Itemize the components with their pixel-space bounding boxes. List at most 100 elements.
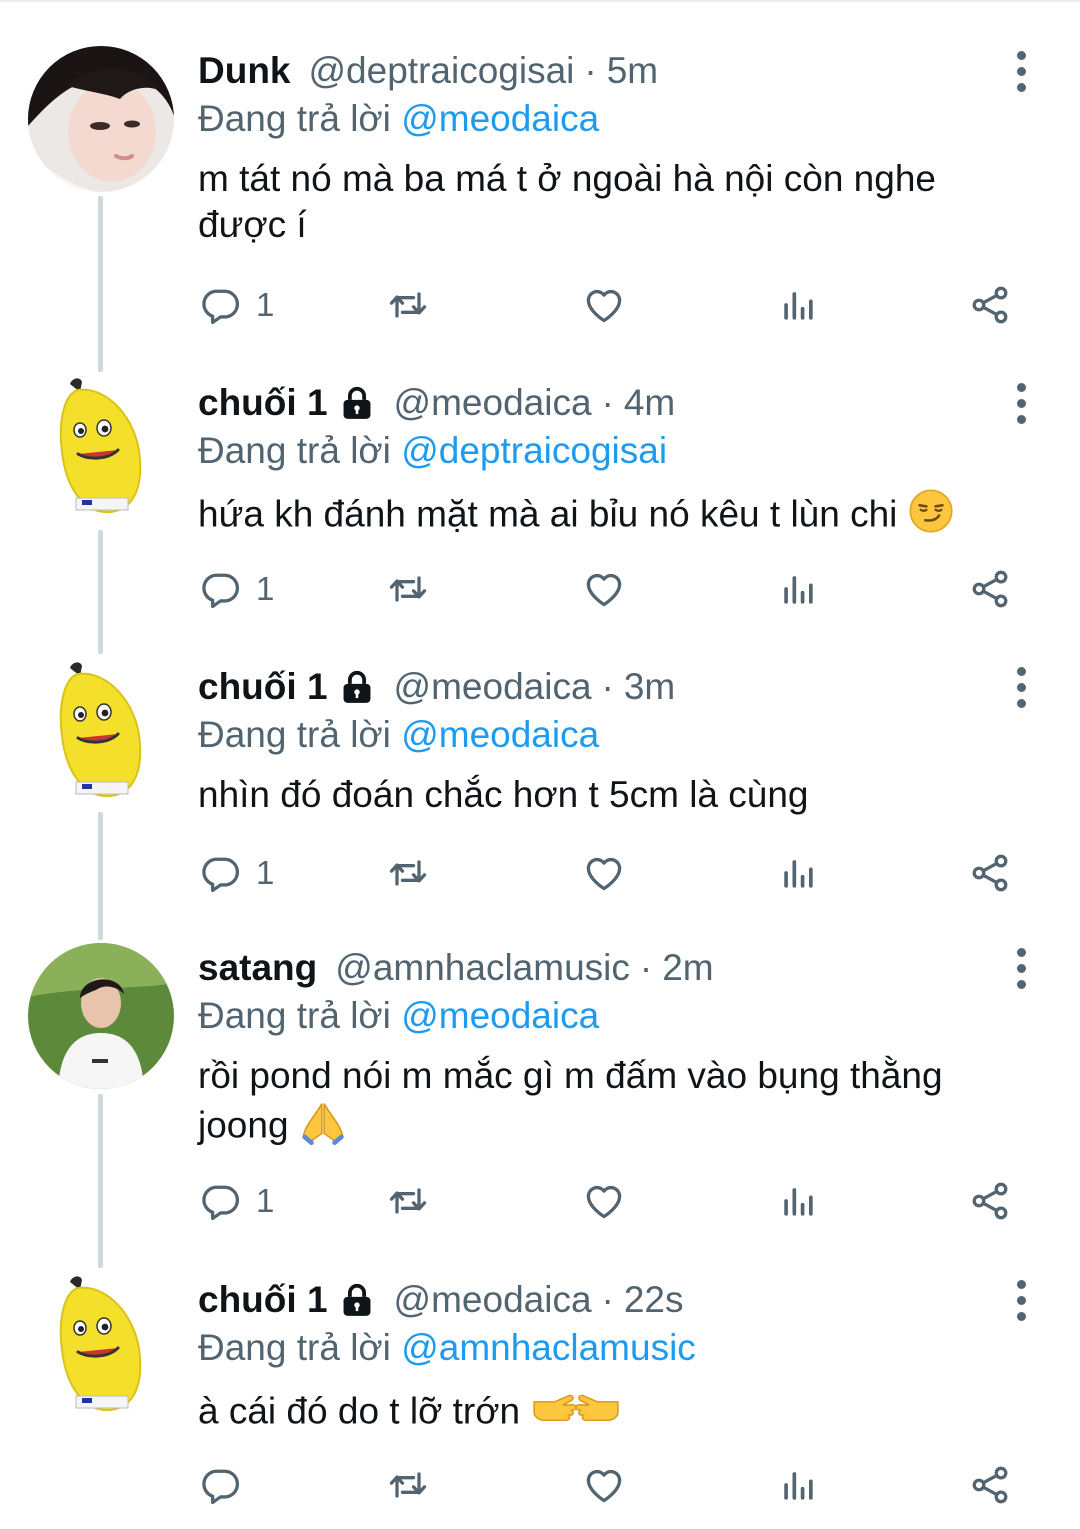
like-button[interactable]: [582, 564, 626, 614]
display-name[interactable]: satang: [198, 943, 317, 993]
retweet-button[interactable]: [386, 1460, 430, 1510]
tweet-actions: [198, 1460, 1018, 1510]
reply-icon: [198, 283, 242, 327]
retweet-icon: [386, 851, 430, 895]
tweet-content[interactable]: satang @amnhaclamusic · 2m Đang trả lời @meo…: [198, 943, 1010, 1156]
reply-mention-link[interactable]: @meodaica: [401, 714, 599, 755]
reply-icon: [198, 1463, 242, 1507]
tweet-content[interactable]: Dunk @deptraicogisai · 5m Đang trả lời @meod…: [198, 46, 1010, 248]
reply-count: 1: [256, 570, 275, 607]
timestamp[interactable]: 22s: [624, 1275, 684, 1325]
display-name[interactable]: chuối 1: [198, 662, 328, 712]
share-button[interactable]: [968, 564, 1012, 614]
pointing-fingers-emoji-icon: [530, 1385, 622, 1442]
user-handle[interactable]: @meodaica: [394, 662, 592, 712]
display-name[interactable]: chuối 1: [198, 1275, 328, 1325]
replying-to: Đang trả lời @amnhaclamusic: [198, 1325, 1010, 1371]
like-button[interactable]: [582, 280, 626, 330]
heart-icon: [582, 851, 626, 895]
tweet-content[interactable]: chuối 1 @meodaica · 4m Đang trả lời @deptrai…: [198, 378, 1010, 545]
timestamp[interactable]: 3m: [624, 662, 675, 712]
views-button[interactable]: [776, 280, 820, 330]
analytics-icon: [776, 283, 820, 327]
share-icon: [968, 1463, 1012, 1507]
share-button[interactable]: [968, 1176, 1012, 1226]
tweet-text: nhìn đó đoán chắc hơn t 5cm là cùng: [198, 772, 1010, 818]
retweet-icon: [386, 567, 430, 611]
replying-to: Đang trả lời @deptraicogisai: [198, 428, 1010, 474]
replying-to-label: Đang trả lời: [198, 995, 391, 1036]
reply-button[interactable]: [198, 1460, 256, 1510]
thread-connector-line: [98, 1094, 103, 1268]
retweet-icon: [386, 283, 430, 327]
share-button[interactable]: [968, 848, 1012, 898]
views-button[interactable]: [776, 1176, 820, 1226]
retweet-button[interactable]: [386, 564, 430, 614]
replying-to: Đang trả lời @meodaica: [198, 96, 1010, 142]
user-handle[interactable]: @meodaica: [394, 378, 592, 428]
views-button[interactable]: [776, 848, 820, 898]
avatar[interactable]: [28, 372, 174, 518]
heart-icon: [582, 567, 626, 611]
user-handle[interactable]: @amnhaclamusic: [335, 943, 630, 993]
timestamp[interactable]: 4m: [624, 378, 675, 428]
share-icon: [968, 567, 1012, 611]
avatar[interactable]: [28, 1270, 174, 1416]
more-options-icon[interactable]: [1006, 1275, 1036, 1325]
tweet-body: à cái đó do t lỡ trớn: [198, 1390, 521, 1432]
separator-dot: ·: [639, 947, 653, 988]
user-handle[interactable]: @meodaica: [394, 1275, 592, 1325]
tweet-actions: 1: [198, 564, 1018, 614]
thread-connector-line: [98, 530, 103, 654]
avatar[interactable]: [28, 656, 174, 802]
display-name[interactable]: chuối 1: [198, 378, 328, 428]
reply-button[interactable]: 1: [198, 1176, 274, 1226]
share-button[interactable]: [968, 280, 1012, 330]
retweet-button[interactable]: [386, 848, 430, 898]
tweet-header: chuối 1 @meodaica · 4m: [198, 378, 1010, 428]
thread-connector-line: [98, 196, 103, 372]
reply-button[interactable]: 1: [198, 848, 274, 898]
reply-count: 1: [256, 286, 275, 323]
share-button[interactable]: [968, 1460, 1012, 1510]
display-name[interactable]: Dunk: [198, 46, 291, 96]
more-options-icon[interactable]: [1006, 378, 1036, 428]
user-handle[interactable]: @deptraicogisai: [309, 46, 575, 96]
reply-mention-link[interactable]: @deptraicogisai: [401, 430, 667, 471]
tweet-header: chuối 1 @meodaica · 22s: [198, 1275, 1010, 1325]
replying-to: Đang trả lời @meodaica: [198, 712, 1010, 758]
reply-mention-link[interactable]: @meodaica: [401, 98, 599, 139]
replying-to: Đang trả lời @meodaica: [198, 993, 1010, 1039]
timestamp[interactable]: 2m: [662, 943, 713, 993]
tweet-actions: 1: [198, 848, 1018, 898]
reply-icon: [198, 567, 242, 611]
tweet-body: nhìn đó đoán chắc hơn t 5cm là cùng: [198, 774, 809, 815]
tweet-header: chuối 1 @meodaica · 3m: [198, 662, 1010, 712]
retweet-button[interactable]: [386, 280, 430, 330]
reply-mention-link[interactable]: @meodaica: [401, 995, 599, 1036]
like-button[interactable]: [582, 1176, 626, 1226]
like-button[interactable]: [582, 1460, 626, 1510]
views-button[interactable]: [776, 564, 820, 614]
retweet-button[interactable]: [386, 1176, 430, 1226]
more-options-icon[interactable]: [1006, 662, 1036, 712]
analytics-icon: [776, 851, 820, 895]
timestamp[interactable]: 5m: [607, 46, 658, 96]
tweet-content[interactable]: chuối 1 @meodaica · 3m Đang trả lời @meodaic…: [198, 662, 1010, 818]
analytics-icon: [776, 567, 820, 611]
heart-icon: [582, 1463, 626, 1507]
lock-icon: [338, 1281, 376, 1319]
reply-button[interactable]: 1: [198, 564, 274, 614]
reply-button[interactable]: 1: [198, 280, 274, 330]
like-button[interactable]: [582, 848, 626, 898]
views-button[interactable]: [776, 1460, 820, 1510]
reply-count: 1: [256, 1182, 275, 1219]
more-options-icon[interactable]: [1006, 943, 1036, 993]
analytics-icon: [776, 1463, 820, 1507]
avatar[interactable]: [28, 943, 174, 1089]
tweet-content[interactable]: chuối 1 @meodaica · 22s Đang trả lời @amnhac…: [198, 1275, 1010, 1442]
replying-to-label: Đang trả lời: [198, 98, 391, 139]
avatar[interactable]: [28, 46, 174, 192]
reply-mention-link[interactable]: @amnhaclamusic: [401, 1327, 696, 1368]
more-options-icon[interactable]: [1006, 46, 1036, 96]
